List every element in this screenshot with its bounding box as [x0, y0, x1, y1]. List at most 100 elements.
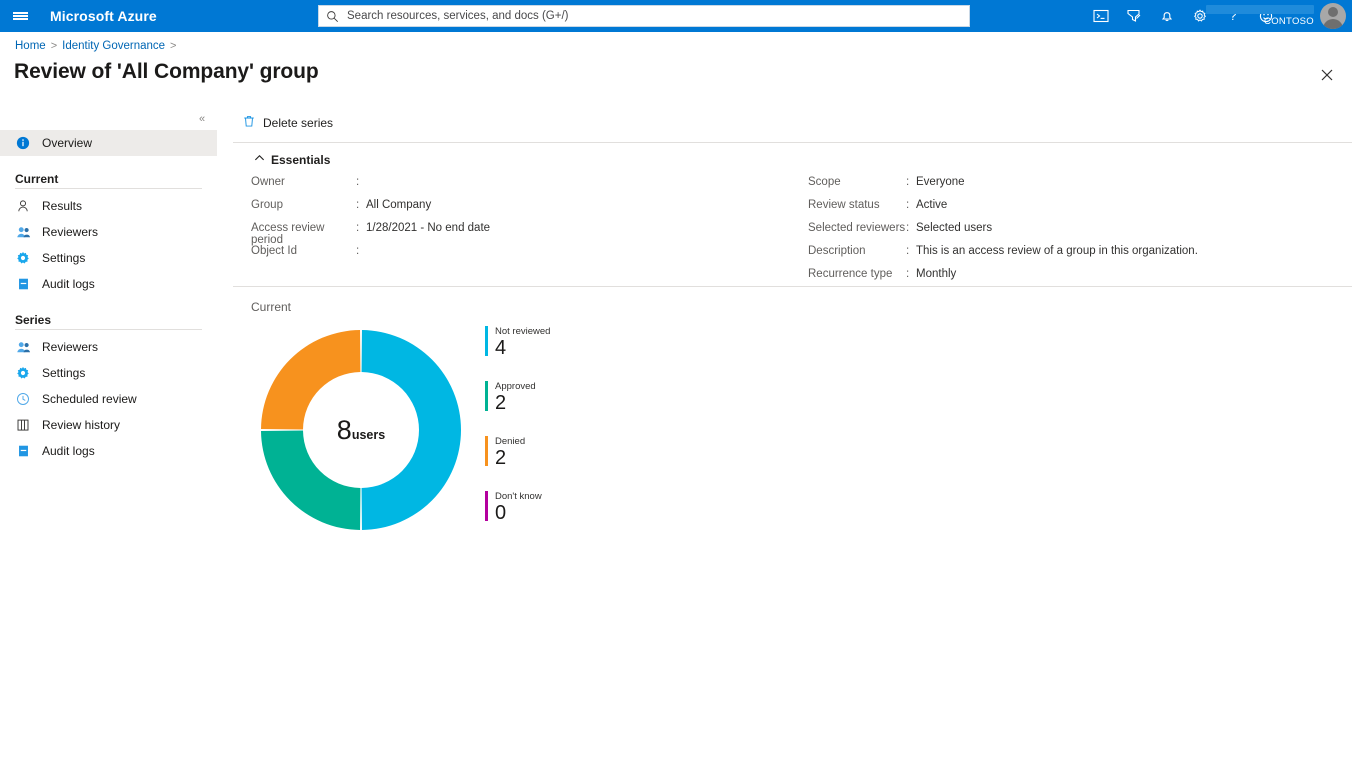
donut-legend: Not reviewed4Approved2Denied2Don't know0 [485, 326, 685, 546]
sidebar-item-audit-logs-series[interactable]: Audit logs [0, 438, 217, 464]
legend-text-group: Approved2 [495, 381, 536, 414]
breadcrumb: Home > Identity Governance > [15, 40, 176, 52]
property-value: All Company [366, 199, 431, 211]
property-colon: : [356, 222, 366, 234]
donut-slice[interactable] [261, 330, 360, 429]
notifications-bell-icon[interactable] [1150, 0, 1183, 32]
sidebar-item-label: Overview [42, 136, 92, 150]
directories-subscriptions-icon[interactable] [1117, 0, 1150, 32]
account-name-redacted [1206, 5, 1314, 14]
clock-icon [15, 391, 31, 407]
sidebar-item-label: Settings [42, 251, 85, 265]
legend-label: Not reviewed [495, 326, 550, 337]
sidebar-item-reviewers-current[interactable]: Reviewers [0, 219, 217, 245]
legend-color-swatch [485, 491, 488, 521]
legend-value: 0 [495, 502, 542, 524]
sidebar-group-series-title: Series [0, 313, 217, 327]
donut-slice[interactable] [362, 330, 461, 530]
sidebar-divider [15, 188, 202, 189]
legend-color-swatch [485, 436, 488, 466]
book-icon [15, 443, 31, 459]
essentials-left-column: Owner : Group : All Company Access revie… [251, 176, 791, 268]
access-review-donut-chart: 8 users Not reviewed4Approved2Denied2Don… [233, 320, 1352, 570]
property-key: Selected reviewers [808, 222, 906, 234]
breadcrumb-item-identity-governance[interactable]: Identity Governance [62, 40, 165, 52]
property-value: Monthly [916, 268, 956, 280]
property-row-recurrence-type: Recurrence type : Monthly [808, 268, 1348, 291]
property-key: Object Id [251, 245, 356, 257]
property-row-description: Description : This is an access review o… [808, 245, 1348, 268]
user-avatar-icon[interactable] [1320, 3, 1346, 29]
breadcrumb-separator-2: > [170, 40, 176, 52]
property-key: Recurrence type [808, 268, 906, 280]
sidebar-item-results[interactable]: Results [0, 193, 217, 219]
property-colon: : [906, 268, 916, 280]
account-text: CONTOSO [1206, 5, 1314, 27]
sidebar-group-current-title: Current [0, 172, 217, 186]
property-key: Scope [808, 176, 906, 188]
essentials-properties: Owner : Group : All Company Access revie… [233, 176, 1352, 284]
history-book-icon [15, 417, 31, 433]
donut-slice[interactable] [261, 431, 360, 530]
property-value: Active [916, 199, 947, 211]
sidebar-item-label: Reviewers [42, 340, 98, 354]
legend-item[interactable]: Approved2 [485, 381, 685, 414]
info-circle-icon [15, 135, 31, 151]
account-tenant: CONTOSO [1264, 16, 1314, 27]
property-key: Group [251, 199, 356, 211]
property-row-access-review-period: Access review period : 1/28/2021 - No en… [251, 222, 791, 245]
property-value: Selected users [916, 222, 992, 234]
sidebar-item-audit-logs-current[interactable]: Audit logs [0, 271, 217, 297]
account-menu[interactable]: CONTOSO [1206, 0, 1352, 32]
search-input[interactable] [345, 9, 962, 23]
breadcrumb-separator: > [51, 40, 57, 52]
property-value: 1/28/2021 - No end date [366, 222, 490, 234]
property-key: Review status [808, 199, 906, 211]
sidebar-item-label: Audit logs [42, 277, 95, 291]
property-row-group: Group : All Company [251, 199, 791, 222]
property-row-review-status: Review status : Active [808, 199, 1348, 222]
page-title: Review of 'All Company' group [14, 60, 319, 84]
property-colon: : [356, 176, 366, 188]
sidebar-item-label: Reviewers [42, 225, 98, 239]
property-row-object-id: Object Id : [251, 245, 791, 268]
hamburger-menu-icon[interactable] [0, 0, 40, 32]
legend-item[interactable]: Denied2 [485, 436, 685, 469]
collapse-menu-button[interactable]: « [193, 110, 211, 128]
sidebar-item-scheduled-review[interactable]: Scheduled review [0, 386, 217, 412]
legend-value: 2 [495, 447, 525, 469]
legend-label: Don't know [495, 491, 542, 502]
legend-color-swatch [485, 381, 488, 411]
legend-item[interactable]: Don't know0 [485, 491, 685, 524]
legend-item[interactable]: Not reviewed4 [485, 326, 685, 359]
legend-text-group: Don't know0 [495, 491, 542, 524]
essentials-toggle[interactable]: Essentials [254, 153, 1352, 167]
legend-label: Approved [495, 381, 536, 392]
trash-icon [242, 114, 256, 133]
property-value: This is an access review of a group in t… [916, 245, 1198, 257]
essentials-title: Essentials [271, 153, 330, 167]
sidebar-item-settings-current[interactable]: Settings [0, 245, 217, 271]
global-search-box[interactable] [318, 5, 970, 27]
property-key: Access review period [251, 222, 356, 246]
chevron-up-icon [254, 153, 265, 167]
property-colon: : [906, 199, 916, 211]
close-blade-button[interactable] [1315, 63, 1339, 87]
sidebar-item-review-history[interactable]: Review history [0, 412, 217, 438]
property-key: Description [808, 245, 906, 257]
top-navigation-bar: Microsoft Azure [0, 0, 1352, 32]
cloud-shell-icon[interactable] [1084, 0, 1117, 32]
legend-text-group: Not reviewed4 [495, 326, 550, 359]
property-row-selected-reviewers: Selected reviewers : Selected users [808, 222, 1348, 245]
delete-series-button[interactable]: Delete series [233, 108, 333, 138]
property-row-scope: Scope : Everyone [808, 176, 1348, 199]
breadcrumb-item-home[interactable]: Home [15, 40, 46, 52]
gear-icon [15, 250, 31, 266]
sidebar-item-label: Settings [42, 366, 85, 380]
book-icon [15, 276, 31, 292]
azure-brand-title[interactable]: Microsoft Azure [50, 8, 157, 24]
sidebar-item-label: Results [42, 199, 82, 213]
sidebar-item-overview[interactable]: Overview [0, 130, 217, 156]
sidebar-item-settings-series[interactable]: Settings [0, 360, 217, 386]
sidebar-item-reviewers-series[interactable]: Reviewers [0, 334, 217, 360]
